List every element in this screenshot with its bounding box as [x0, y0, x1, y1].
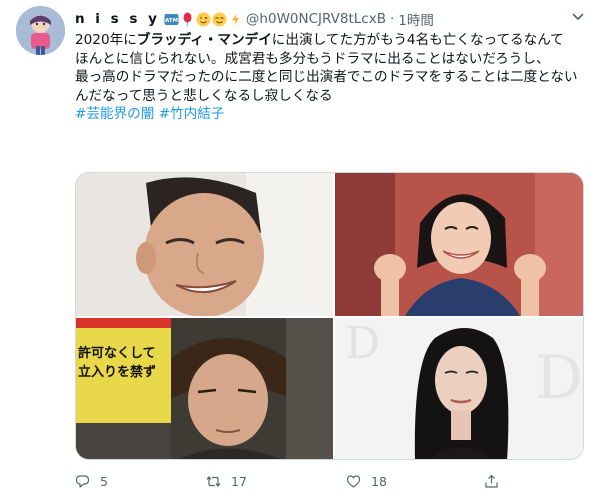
- tweet-header: n i s s y ATM @h0W0NCJRV8tLcxB · 1時間: [75, 8, 559, 30]
- tweet[interactable]: n i s s y ATM @h0W0NCJRV8tLcxB · 1時間 202…: [0, 0, 599, 503]
- retweet-button[interactable]: 17: [206, 474, 247, 489]
- user-handle[interactable]: @h0W0NCJRV8tLcxB: [246, 11, 386, 27]
- hashtags: #芸能界の闇 #竹内結子: [75, 105, 585, 124]
- reply-icon: [75, 474, 90, 488]
- tweet-line-1: 2020年にブラッディ・マンデイに出演してた方がもう4名も亡くなってるなんて: [75, 31, 585, 50]
- tweet-text: 2020年にブラッディ・マンデイに出演してた方がもう4名も亡くなってるなんて ほ…: [75, 31, 585, 124]
- reply-count: 5: [100, 473, 108, 489]
- more-options-button[interactable]: [569, 8, 587, 26]
- svg-text:ATM: ATM: [165, 18, 178, 24]
- balloon-icon: [183, 12, 192, 27]
- share-icon: [485, 474, 498, 488]
- display-name[interactable]: n i s s y: [75, 11, 160, 27]
- separator-dot: ·: [389, 11, 395, 27]
- sign-text-line-1: 許可なくして: [78, 346, 156, 361]
- photo-2[interactable]: [335, 173, 583, 316]
- hashtag-link[interactable]: #芸能界の闇: [75, 106, 154, 122]
- photo-3[interactable]: 許可なくして 立入りを禁ず: [76, 318, 333, 459]
- smiling-face-icon: [212, 12, 227, 26]
- tweet-line-1-prefix: 2020年に: [75, 32, 137, 48]
- tweet-line-2: ほんとに信じられない。成宮君も多分もうドラマに出ることはないだろうし、: [75, 50, 550, 67]
- tweet-time[interactable]: 1時間: [398, 9, 434, 29]
- photo-1[interactable]: [76, 173, 333, 316]
- reply-button[interactable]: 5: [75, 474, 108, 489]
- tweet-line-3: 最っ高のドラマだったのに二度と同じ出演者でこのドラマをすることは二度とないんだな…: [75, 69, 578, 104]
- like-button[interactable]: 18: [346, 474, 387, 489]
- hashtag-link[interactable]: #竹内結子: [159, 106, 225, 122]
- chevron-down-icon: [572, 13, 584, 20]
- svg-text:D: D: [345, 318, 380, 369]
- share-button[interactable]: [484, 474, 499, 489]
- heart-icon: [346, 474, 361, 488]
- like-count: 18: [371, 473, 387, 489]
- sign-text-line-2: 立入りを禁ず: [78, 365, 157, 380]
- lightning-icon: [231, 12, 239, 26]
- winking-face-icon: [196, 12, 211, 26]
- tweet-actions: 5 17 18: [75, 470, 545, 492]
- photo-3-sign: 許可なくして 立入りを禁ず: [78, 344, 170, 382]
- retweet-icon: [206, 475, 221, 487]
- media-grid: 許可なくして 立入りを禁ず D D: [75, 172, 584, 460]
- name-emojis: ATM: [164, 12, 243, 27]
- photo-4[interactable]: D D: [335, 318, 583, 459]
- tweet-line-1-suffix: に出演してた方がもう4名も亡くなってるなんて: [271, 32, 564, 48]
- svg-text:D: D: [535, 343, 583, 413]
- tweet-line-1-bold: ブラッディ・マンデイ: [136, 32, 272, 48]
- avatar[interactable]: [16, 6, 65, 55]
- atm-icon: ATM: [164, 13, 179, 25]
- retweet-count: 17: [231, 473, 247, 489]
